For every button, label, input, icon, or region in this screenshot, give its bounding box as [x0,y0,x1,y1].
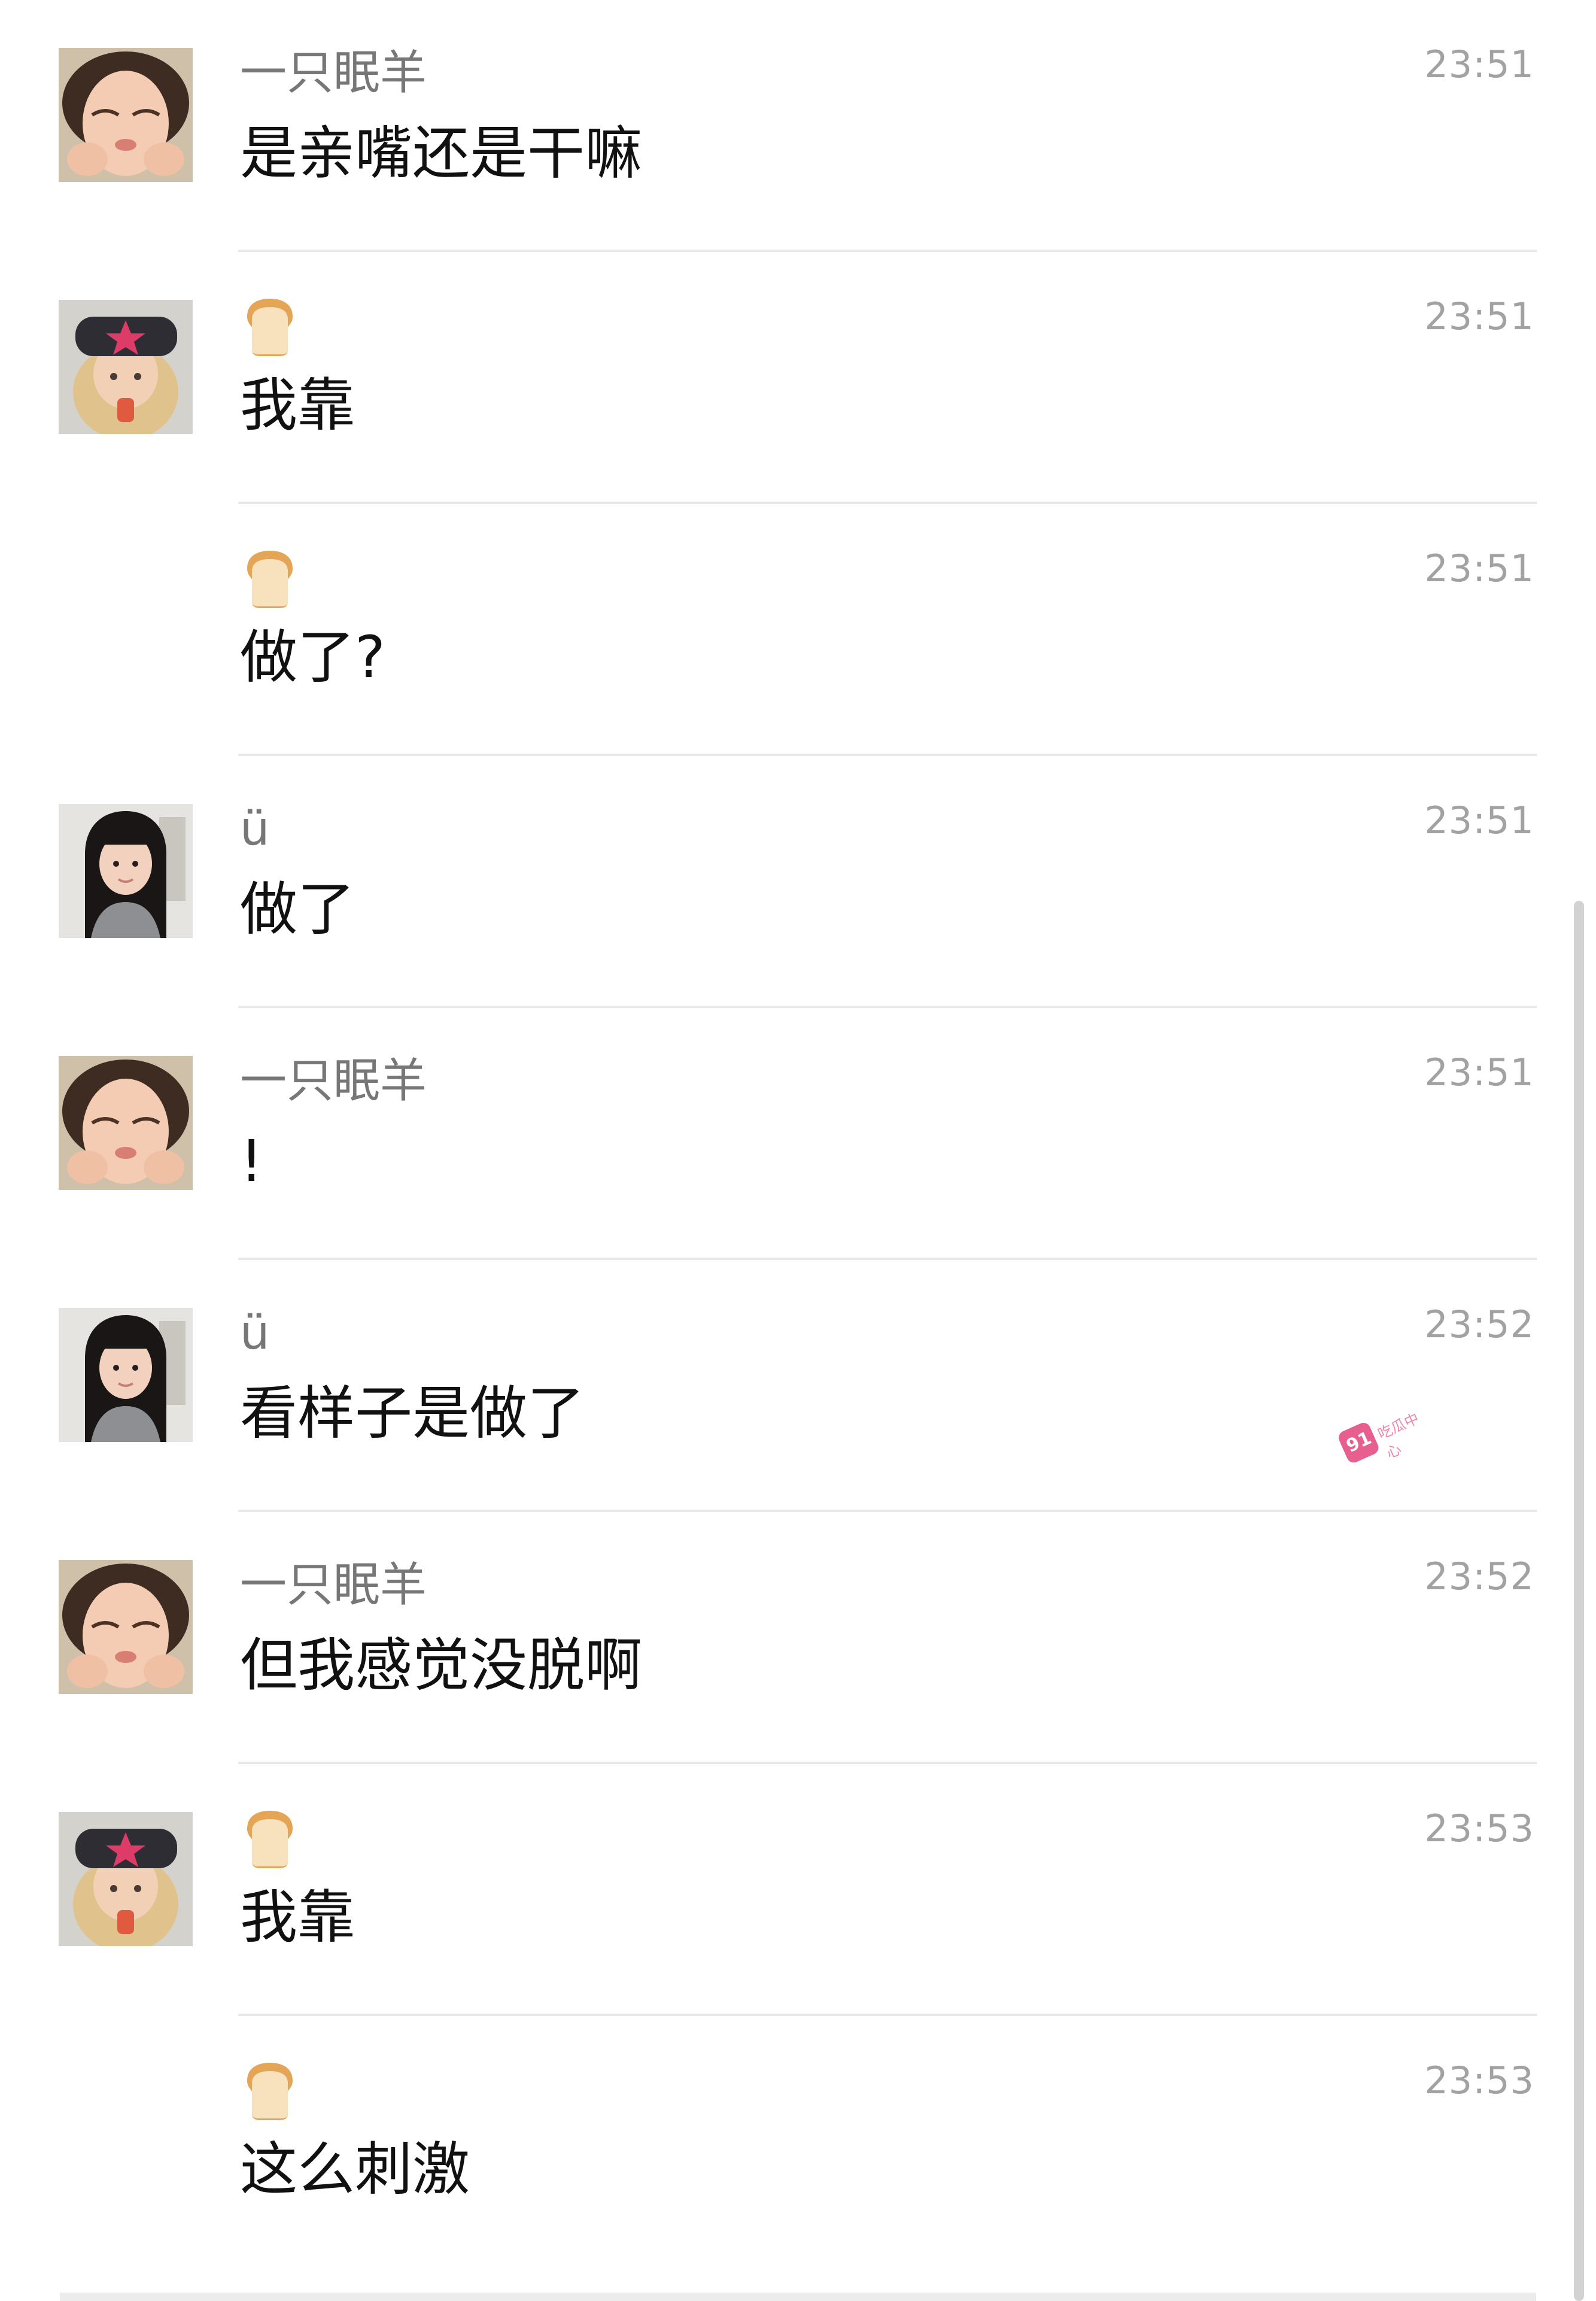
message-text: 做了 [240,876,355,943]
timestamp: 23:51 [1424,547,1534,590]
message-row[interactable]: 一只眠羊 23:51 ! [0,1008,1596,1260]
avatar[interactable] [59,1056,193,1190]
message-text: 我靠 [240,372,355,439]
message-row[interactable]: ü 23:51 做了 [0,756,1596,1008]
message-text: 做了? [240,624,385,691]
bread-icon [241,2059,299,2121]
timestamp: 23:53 [1424,1807,1534,1850]
avatar[interactable] [59,48,193,182]
bread-icon [241,295,299,357]
message-row[interactable]: 23:51 我靠 [0,252,1596,504]
long-hair-girl-avatar [59,1308,193,1442]
timestamp: 23:51 [1424,295,1534,338]
next-message-edge [60,2293,1536,2301]
message-row[interactable]: 一只眠羊 23:51 是亲嘴还是干嘛 [0,0,1596,252]
star-hat-girl-avatar [59,300,193,434]
crying-child-avatar [59,1560,193,1694]
avatar[interactable] [59,1308,193,1442]
message-row[interactable]: 一只眠羊 23:52 但我感觉没脱啊 [0,1512,1596,1764]
scrollbar[interactable] [1574,901,1584,2301]
timestamp: 23:51 [1424,1051,1534,1094]
message-row[interactable]: 23:53 我靠 [0,1764,1596,2016]
message-text: 看样子是做了 [240,1380,585,1447]
timestamp: 23:52 [1424,1303,1534,1346]
avatar[interactable] [59,1812,193,1946]
crying-child-avatar [59,48,193,182]
star-hat-girl-avatar [59,1812,193,1946]
timestamp: 23:51 [1424,799,1534,842]
long-hair-girl-avatar [59,804,193,938]
message-row[interactable]: 23:51 做了? [0,504,1596,756]
message-row[interactable]: 23:53 这么刺激 [0,2016,1596,2268]
sender-name: 一只眠羊 [240,1558,427,1612]
message-text: ! [240,1128,263,1195]
sender-name: 一只眠羊 [240,1054,427,1108]
avatar[interactable] [59,1560,193,1694]
avatar[interactable] [59,804,193,938]
message-text: 是亲嘴还是干嘛 [240,120,642,187]
bread-icon [241,1807,299,1869]
sender-name: 一只眠羊 [240,46,427,100]
sender-name: ü [240,1306,270,1360]
timestamp: 23:51 [1424,43,1534,86]
message-text: 我靠 [240,1884,355,1951]
bread-icon [241,547,299,609]
message-text: 这么刺激 [240,2136,470,2203]
crying-child-avatar [59,1056,193,1190]
chat-message-list[interactable]: 一只眠羊 23:51 是亲嘴还是干嘛 23:51 我靠 23:51 做了? ü … [0,0,1596,2301]
avatar[interactable] [59,300,193,434]
timestamp: 23:52 [1424,1555,1534,1598]
timestamp: 23:53 [1424,2059,1534,2102]
sender-name: ü [240,802,270,856]
message-text: 但我感觉没脱啊 [240,1632,642,1699]
